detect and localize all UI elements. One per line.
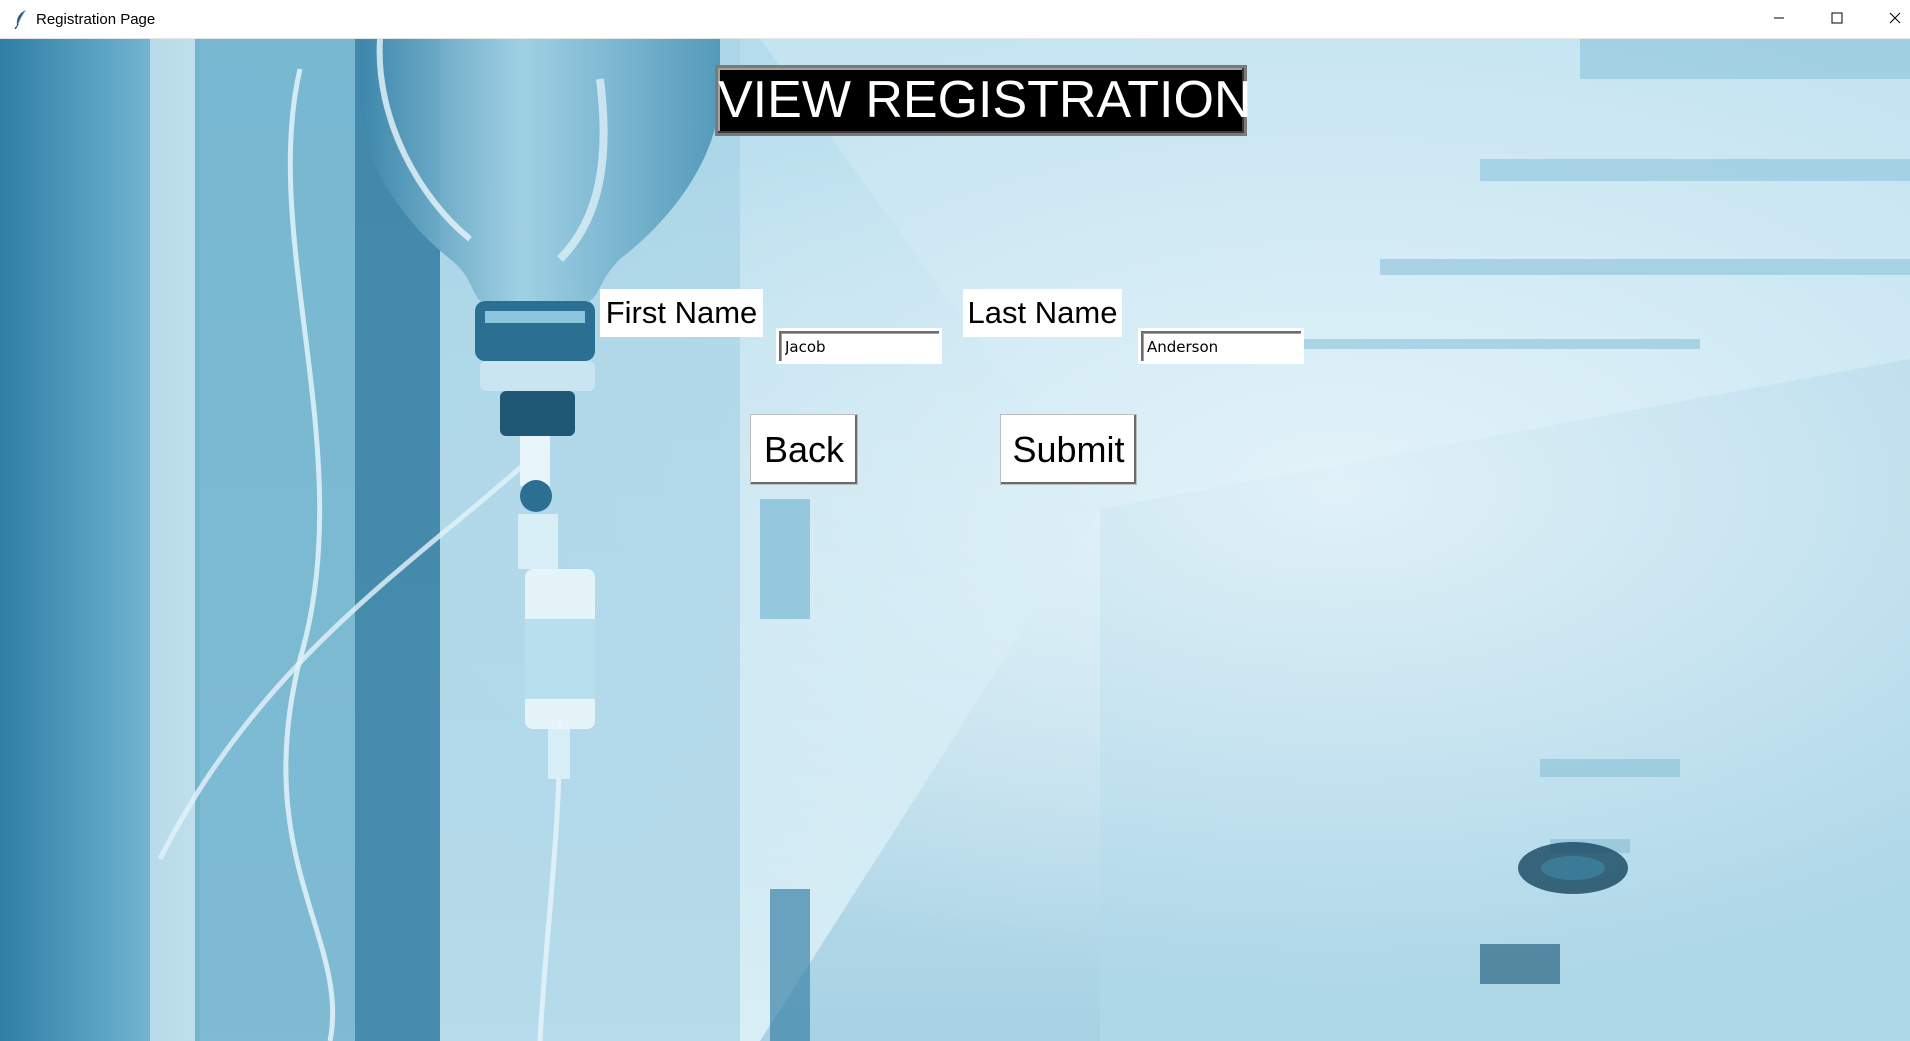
background-image: [0, 39, 1910, 1041]
submit-button[interactable]: Submit: [1000, 414, 1137, 485]
feather-icon: [13, 9, 29, 30]
close-button[interactable]: [1866, 0, 1910, 39]
maximize-icon: [1831, 11, 1843, 29]
close-icon: [1889, 11, 1901, 29]
last-name-input[interactable]: [1145, 335, 1301, 359]
minimize-button[interactable]: [1750, 0, 1808, 39]
title-bar: Registration Page: [0, 0, 1910, 39]
first-name-field[interactable]: [776, 328, 942, 364]
last-name-field[interactable]: [1138, 328, 1304, 364]
minimize-icon: [1773, 11, 1785, 29]
window-title: Registration Page: [36, 11, 156, 28]
client-area: VIEW REGISTRATION First Name Last Name B…: [0, 39, 1910, 1041]
back-button[interactable]: Back: [750, 414, 858, 485]
last-name-label: Last Name: [963, 289, 1122, 337]
first-name-input[interactable]: [783, 335, 939, 359]
maximize-button[interactable]: [1808, 0, 1866, 39]
first-name-label: First Name: [600, 289, 763, 337]
app-window: Registration Page VIEW REGISTRATION Firs…: [0, 0, 1910, 1041]
page-title: VIEW REGISTRATION: [715, 65, 1252, 136]
